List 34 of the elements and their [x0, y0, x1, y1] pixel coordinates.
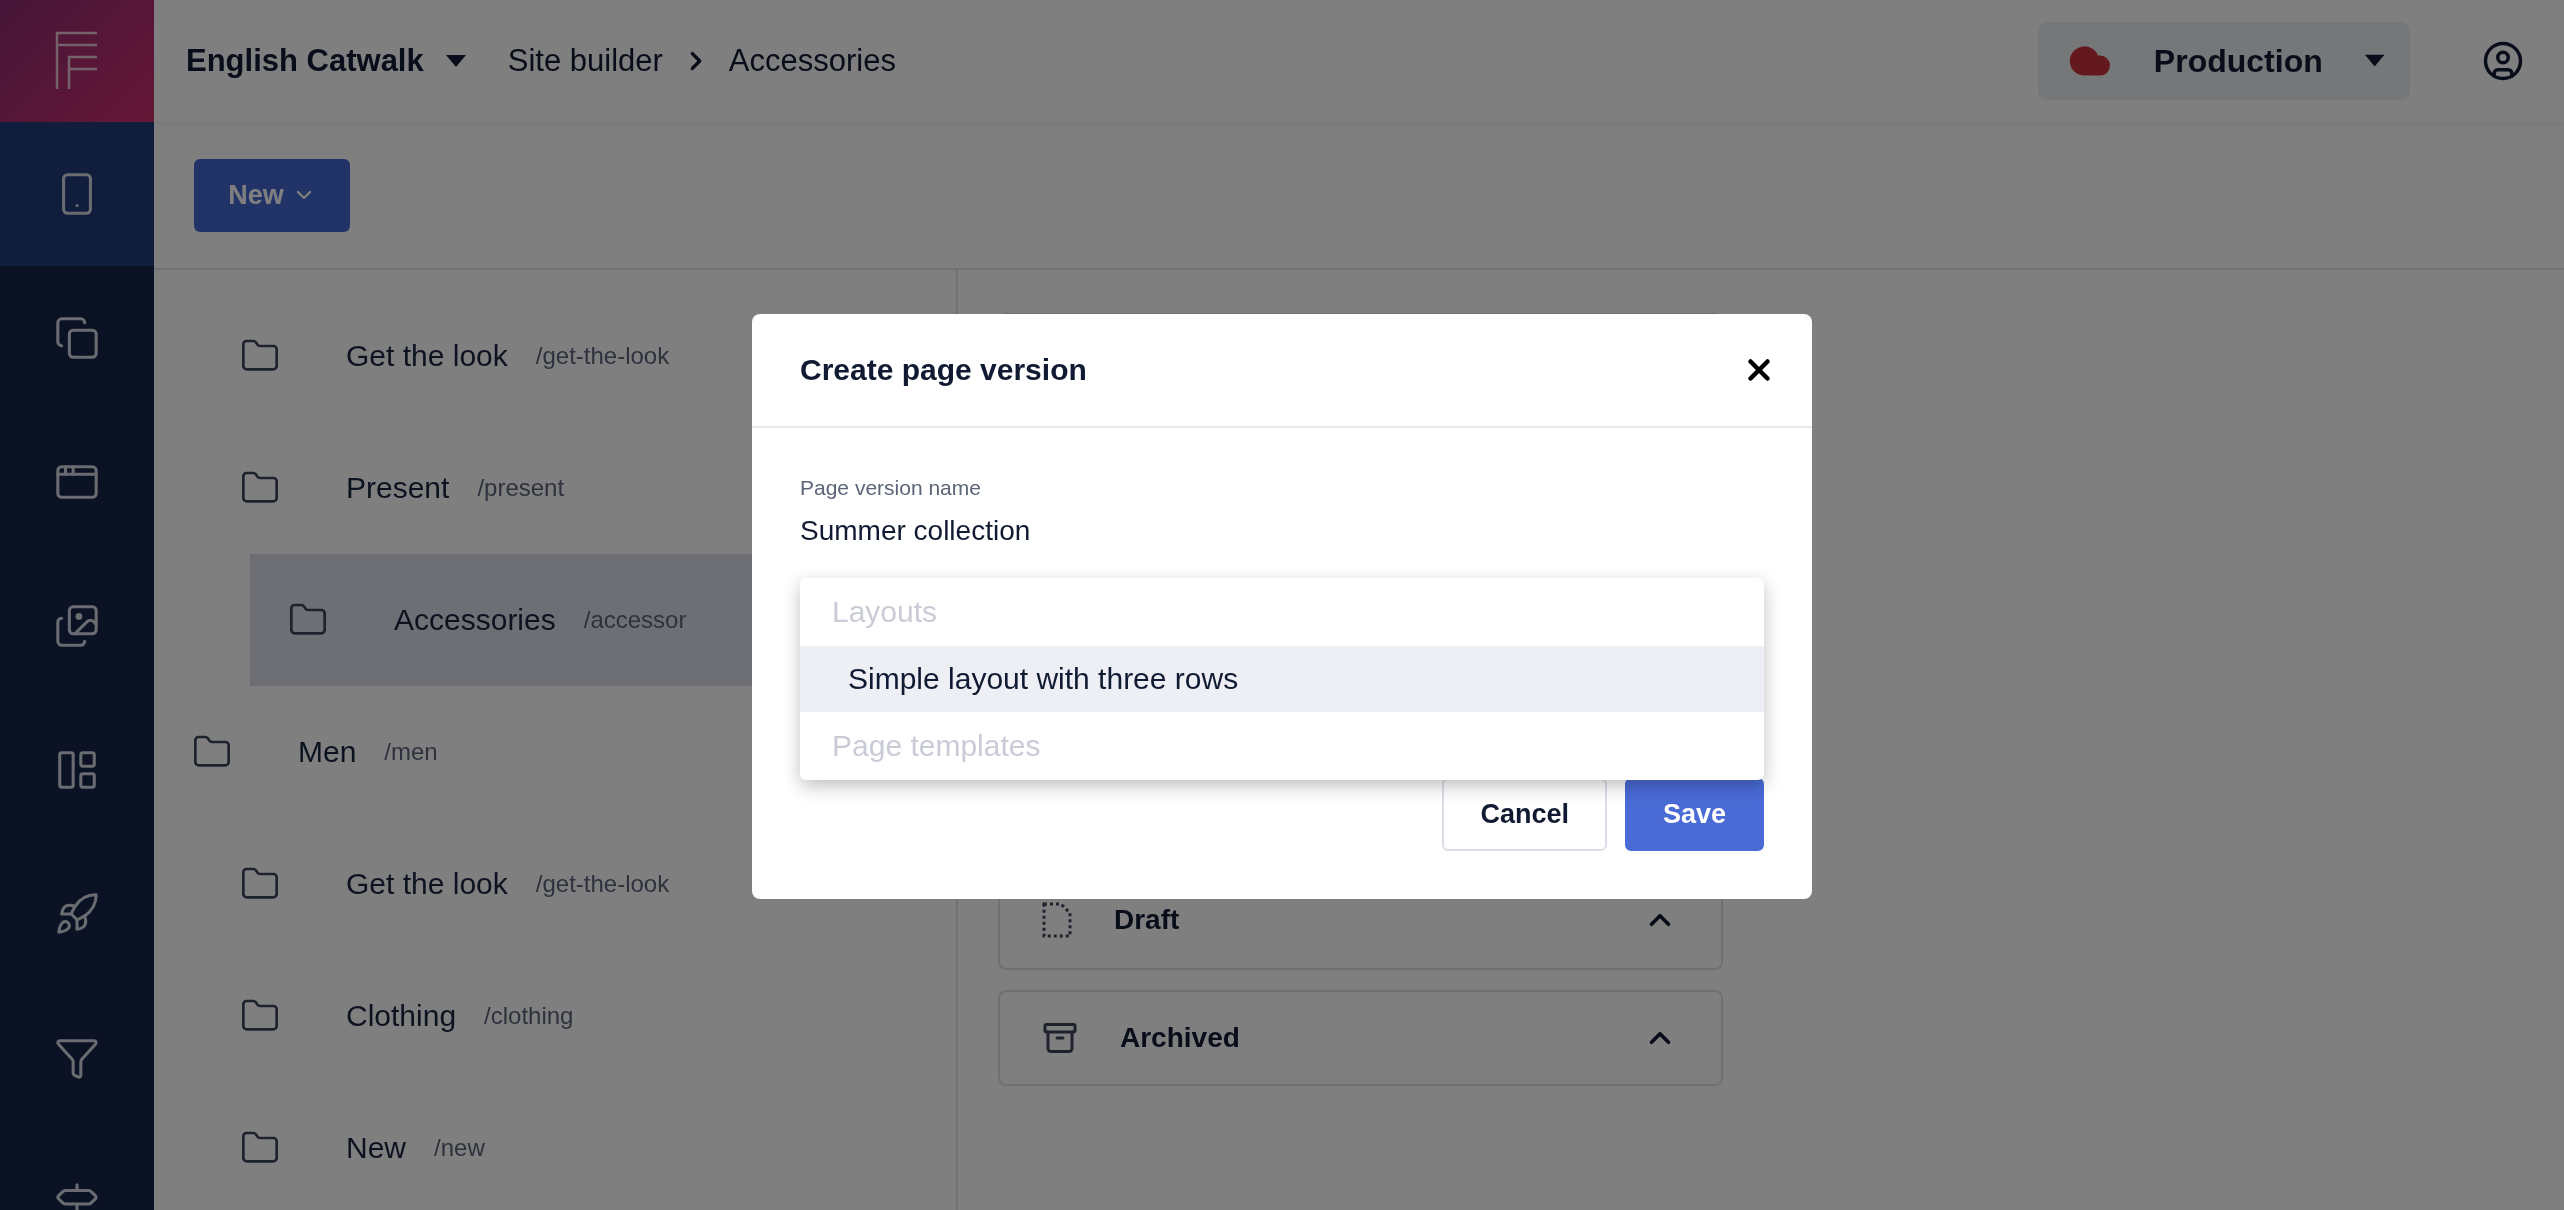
- caret-icon: [445, 55, 466, 67]
- tree-item-path: /present: [477, 474, 565, 502]
- tree-item-label: Clothing: [346, 999, 457, 1033]
- cancel-button[interactable]: Cancel: [1442, 778, 1607, 851]
- workspace-selector[interactable]: English Catwalk: [186, 43, 466, 79]
- dashed-document-icon: [1042, 901, 1072, 938]
- stacked-windows-icon: [54, 315, 100, 361]
- app-logo[interactable]: [0, 0, 154, 122]
- tree-item-path: /get-the-look: [535, 342, 670, 370]
- section-title: Archived: [1120, 1022, 1241, 1054]
- user-account-icon[interactable]: [2482, 40, 2524, 82]
- caret-icon: [2364, 54, 2384, 68]
- tree-item-path: /get-the-look: [535, 870, 670, 898]
- tree-item-path: /new: [434, 1134, 485, 1162]
- tree-item-label: Get the look: [346, 867, 508, 901]
- section-title: Draft: [1114, 903, 1181, 936]
- breadcrumb-link[interactable]: Accessories: [728, 43, 896, 79]
- tree-item-label: Men: [298, 735, 357, 769]
- new-button[interactable]: New: [194, 158, 350, 232]
- dropdown-option[interactable]: Simple layout with three rows: [800, 646, 1764, 712]
- breadcrumb-link[interactable]: Site builder: [507, 43, 663, 79]
- tree-item-path: /accessor: [583, 606, 687, 634]
- images-icon: [54, 603, 100, 649]
- tree-item-path: /men: [384, 738, 438, 766]
- tree-item-path: /clothing: [484, 1002, 574, 1030]
- version-section[interactable]: Archived: [998, 990, 1723, 1086]
- tree-item-label: Get the look: [346, 339, 508, 373]
- archive-box-icon: [1042, 1020, 1078, 1056]
- save-button[interactable]: Save: [1624, 778, 1764, 851]
- tree-item-label: Accessories: [394, 603, 556, 637]
- tree-item-label: Present: [346, 471, 450, 505]
- tree-item-label: New: [346, 1131, 406, 1165]
- environment-selector[interactable]: Production: [2038, 22, 2410, 100]
- rocket-icon: [54, 891, 100, 937]
